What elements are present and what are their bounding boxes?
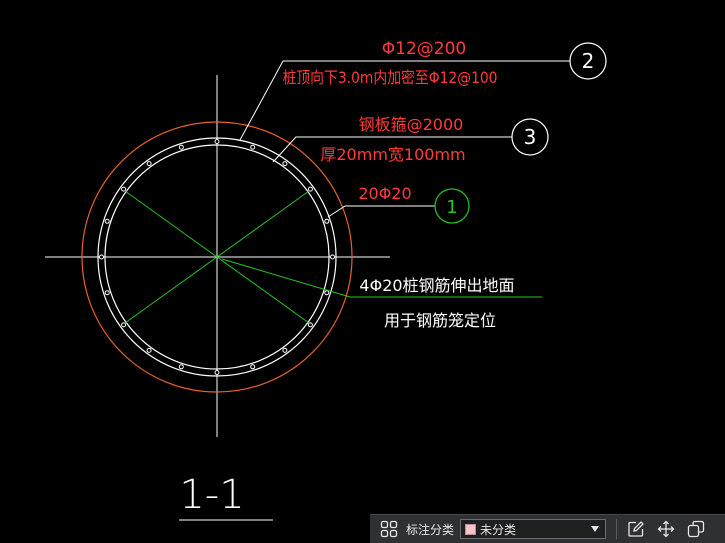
label-2-line-1: Φ12@200 bbox=[382, 39, 466, 59]
note-line-1: 4Φ20桩钢筋伸出地面 bbox=[359, 276, 514, 295]
bubble-1-label: 1 bbox=[446, 197, 457, 218]
rebar-dot bbox=[121, 186, 127, 192]
rebar-dot bbox=[324, 290, 330, 296]
section-title: 1-1 bbox=[179, 472, 244, 518]
rebar-dot bbox=[146, 161, 152, 167]
edit-icon[interactable] bbox=[625, 518, 647, 540]
chevron-down-icon bbox=[591, 526, 600, 532]
cad-canvas[interactable]: 2 Φ12@200 桩顶向下3.0m内加密至Φ12@100 3 钢板箍@2000… bbox=[0, 0, 725, 543]
rebar-dot bbox=[324, 218, 330, 224]
bubble-3-label: 3 bbox=[524, 125, 537, 149]
label-3-line-2: 厚20mm宽100mm bbox=[320, 145, 465, 164]
category-color-swatch bbox=[465, 523, 477, 535]
rebar-dot bbox=[250, 364, 256, 370]
annotation-category-select[interactable]: 未分类 bbox=[460, 519, 607, 539]
rebar-dot bbox=[178, 364, 184, 370]
annotation-category-value: 未分类 bbox=[480, 522, 517, 537]
rebar-dot bbox=[282, 161, 288, 167]
rebar-dot bbox=[104, 218, 110, 224]
note-line-2: 用于钢筋笼定位 bbox=[384, 311, 496, 330]
bubble-2-label: 2 bbox=[582, 49, 595, 73]
annotation-toolbar: 标注分类 未分类 bbox=[370, 514, 725, 543]
rebar-dot bbox=[121, 322, 127, 328]
label-2-line-2: 桩顶向下3.0m内加密至Φ12@100 bbox=[283, 68, 498, 87]
rebar-dot bbox=[330, 254, 335, 260]
rebar-dot bbox=[104, 290, 110, 296]
rebar-dot bbox=[307, 186, 313, 192]
copy-icon[interactable] bbox=[685, 518, 707, 540]
rebar-dot bbox=[99, 254, 104, 260]
rebar-dot bbox=[282, 347, 288, 353]
toolbar-divider bbox=[616, 519, 618, 539]
rebar-dot bbox=[178, 144, 184, 150]
label-3-line-1: 钢板箍@2000 bbox=[359, 115, 464, 134]
rebar-dot bbox=[214, 139, 220, 144]
rebar-dot bbox=[146, 347, 152, 353]
annotation-category-label: 标注分类 bbox=[406, 522, 455, 537]
label-1-text: 20Φ20 bbox=[358, 184, 411, 203]
move-icon[interactable] bbox=[655, 518, 677, 540]
rebar-dot bbox=[250, 144, 256, 150]
grid-icon[interactable] bbox=[378, 518, 400, 540]
rebar-dot bbox=[307, 322, 313, 328]
rebar-dot bbox=[214, 370, 220, 375]
